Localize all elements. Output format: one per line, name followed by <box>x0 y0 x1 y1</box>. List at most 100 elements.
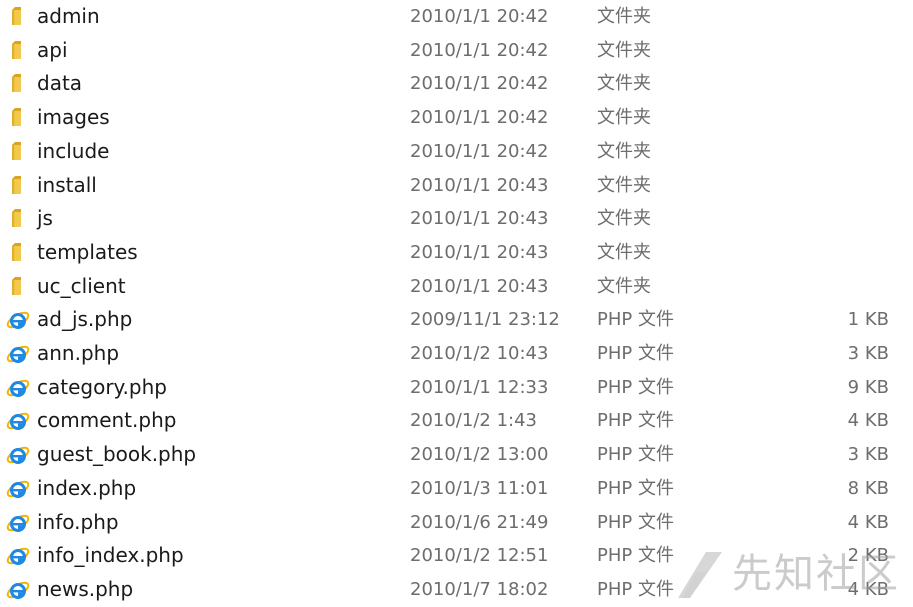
file-date: 2010/1/1 20:42 <box>410 140 549 162</box>
file-type: PHP 文件 <box>597 477 674 499</box>
file-size: 4 KB <box>847 578 889 600</box>
file-name: guest_book.php <box>37 442 197 467</box>
ie-file-icon <box>5 442 31 468</box>
file-row[interactable]: api 2010/1/1 20:42 文件夹 <box>0 34 913 68</box>
folder-icon <box>5 240 31 266</box>
file-date: 2010/1/1 20:43 <box>410 174 549 196</box>
ie-file-icon <box>5 543 31 569</box>
file-row[interactable]: ann.php 2010/1/2 10:43 PHP 文件 3 KB <box>0 337 913 371</box>
file-row[interactable]: js 2010/1/1 20:43 文件夹 <box>0 202 913 236</box>
file-size: 4 KB <box>847 410 889 432</box>
file-type: PHP 文件 <box>597 545 674 567</box>
file-size: 8 KB <box>847 477 889 499</box>
file-type: 文件夹 <box>597 107 651 129</box>
file-date: 2010/1/6 21:49 <box>410 511 549 533</box>
file-date: 2010/1/2 1:43 <box>410 410 537 432</box>
file-type: PHP 文件 <box>597 578 674 600</box>
ie-file-icon <box>5 510 31 536</box>
file-name: news.php <box>37 576 134 601</box>
file-date: 2010/1/7 18:02 <box>410 578 549 600</box>
folder-icon <box>5 274 31 300</box>
file-type: 文件夹 <box>597 140 651 162</box>
file-date: 2010/1/1 20:43 <box>410 241 549 263</box>
file-name: ann.php <box>37 341 120 365</box>
file-type: PHP 文件 <box>597 343 674 364</box>
file-date: 2010/1/1 20:43 <box>410 275 549 297</box>
file-name: api <box>37 37 68 62</box>
ie-file-icon <box>5 408 31 434</box>
file-date: 2010/1/1 20:42 <box>410 6 549 27</box>
file-type: 文件夹 <box>597 208 651 230</box>
file-date: 2010/1/3 11:01 <box>410 477 549 499</box>
file-type: 文件夹 <box>597 39 651 61</box>
file-date: 2010/1/1 20:43 <box>410 208 549 230</box>
file-date: 2010/1/1 20:42 <box>410 39 549 61</box>
file-type: PHP 文件 <box>597 309 674 331</box>
folder-icon <box>5 71 31 97</box>
file-name: uc_client <box>37 273 126 298</box>
file-type: 文件夹 <box>597 241 651 263</box>
file-size: 4 KB <box>847 511 889 533</box>
folder-icon <box>5 38 31 64</box>
ie-file-icon <box>5 476 31 502</box>
file-name: ad_js.php <box>37 307 133 332</box>
file-row[interactable]: news.php 2010/1/7 18:02 PHP 文件 4 KB <box>0 573 913 607</box>
folder-icon <box>5 139 31 165</box>
file-row[interactable]: info_index.php 2010/1/2 12:51 PHP 文件 2 K… <box>0 539 913 573</box>
ie-file-icon <box>5 341 31 367</box>
file-date: 2010/1/2 12:51 <box>410 545 549 567</box>
file-date: 2010/1/2 13:00 <box>410 444 549 466</box>
file-name: info_index.php <box>37 543 184 568</box>
file-type: 文件夹 <box>597 6 651 27</box>
file-name: images <box>37 105 110 130</box>
file-size: 2 KB <box>847 545 889 567</box>
file-type: 文件夹 <box>597 275 651 297</box>
file-row[interactable]: info.php 2010/1/6 21:49 PHP 文件 4 KB <box>0 506 913 540</box>
file-type: PHP 文件 <box>597 511 674 533</box>
file-date: 2010/1/1 20:42 <box>410 73 549 95</box>
ie-file-icon <box>5 375 31 401</box>
folder-icon <box>5 173 31 199</box>
file-type: PHP 文件 <box>597 444 674 466</box>
folder-icon <box>5 206 31 232</box>
file-name: comment.php <box>37 408 177 433</box>
file-size: 1 KB <box>847 309 889 331</box>
file-row[interactable]: index.php 2010/1/3 11:01 PHP 文件 8 KB <box>0 472 913 506</box>
file-name: admin <box>37 4 100 28</box>
file-row[interactable]: include 2010/1/1 20:42 文件夹 <box>0 135 913 169</box>
file-type: PHP 文件 <box>597 410 674 432</box>
file-name: js <box>37 206 53 231</box>
file-name: templates <box>37 239 138 264</box>
file-name: include <box>37 138 110 163</box>
folder-icon <box>5 105 31 131</box>
ie-file-icon <box>5 577 31 603</box>
file-type: 文件夹 <box>597 73 651 95</box>
file-row[interactable]: comment.php 2010/1/2 1:43 PHP 文件 4 KB <box>0 404 913 438</box>
file-row[interactable]: data 2010/1/1 20:42 文件夹 <box>0 67 913 101</box>
file-row[interactable]: category.php 2010/1/1 12:33 PHP 文件 9 KB <box>0 371 913 405</box>
file-date: 2009/11/1 23:12 <box>410 309 560 331</box>
file-name: install <box>37 172 97 197</box>
file-row[interactable]: images 2010/1/1 20:42 文件夹 <box>0 101 913 135</box>
file-name: info.php <box>37 509 119 534</box>
ie-file-icon <box>5 307 31 333</box>
folder-icon <box>5 4 31 30</box>
file-row[interactable]: uc_client 2010/1/1 20:43 文件夹 <box>0 270 913 304</box>
file-type: 文件夹 <box>597 174 651 196</box>
file-row[interactable]: install 2010/1/1 20:43 文件夹 <box>0 169 913 203</box>
file-size: 9 KB <box>847 376 889 398</box>
file-date: 2010/1/2 10:43 <box>410 343 549 364</box>
file-name: index.php <box>37 475 137 500</box>
file-row[interactable]: guest_book.php 2010/1/2 13:00 PHP 文件 3 K… <box>0 438 913 472</box>
file-name: data <box>37 71 83 96</box>
file-row[interactable]: admin 2010/1/1 20:42 文件夹 <box>0 0 913 34</box>
file-list: admin 2010/1/1 20:42 文件夹 api 2010/1/1 20… <box>0 0 913 606</box>
file-size: 3 KB <box>847 343 889 364</box>
file-type: PHP 文件 <box>597 376 674 398</box>
file-size: 3 KB <box>847 444 889 466</box>
file-name: category.php <box>37 374 167 399</box>
file-date: 2010/1/1 12:33 <box>410 376 549 398</box>
file-date: 2010/1/1 20:42 <box>410 107 549 129</box>
file-row[interactable]: ad_js.php 2009/11/1 23:12 PHP 文件 1 KB <box>0 303 913 337</box>
file-row[interactable]: templates 2010/1/1 20:43 文件夹 <box>0 236 913 270</box>
